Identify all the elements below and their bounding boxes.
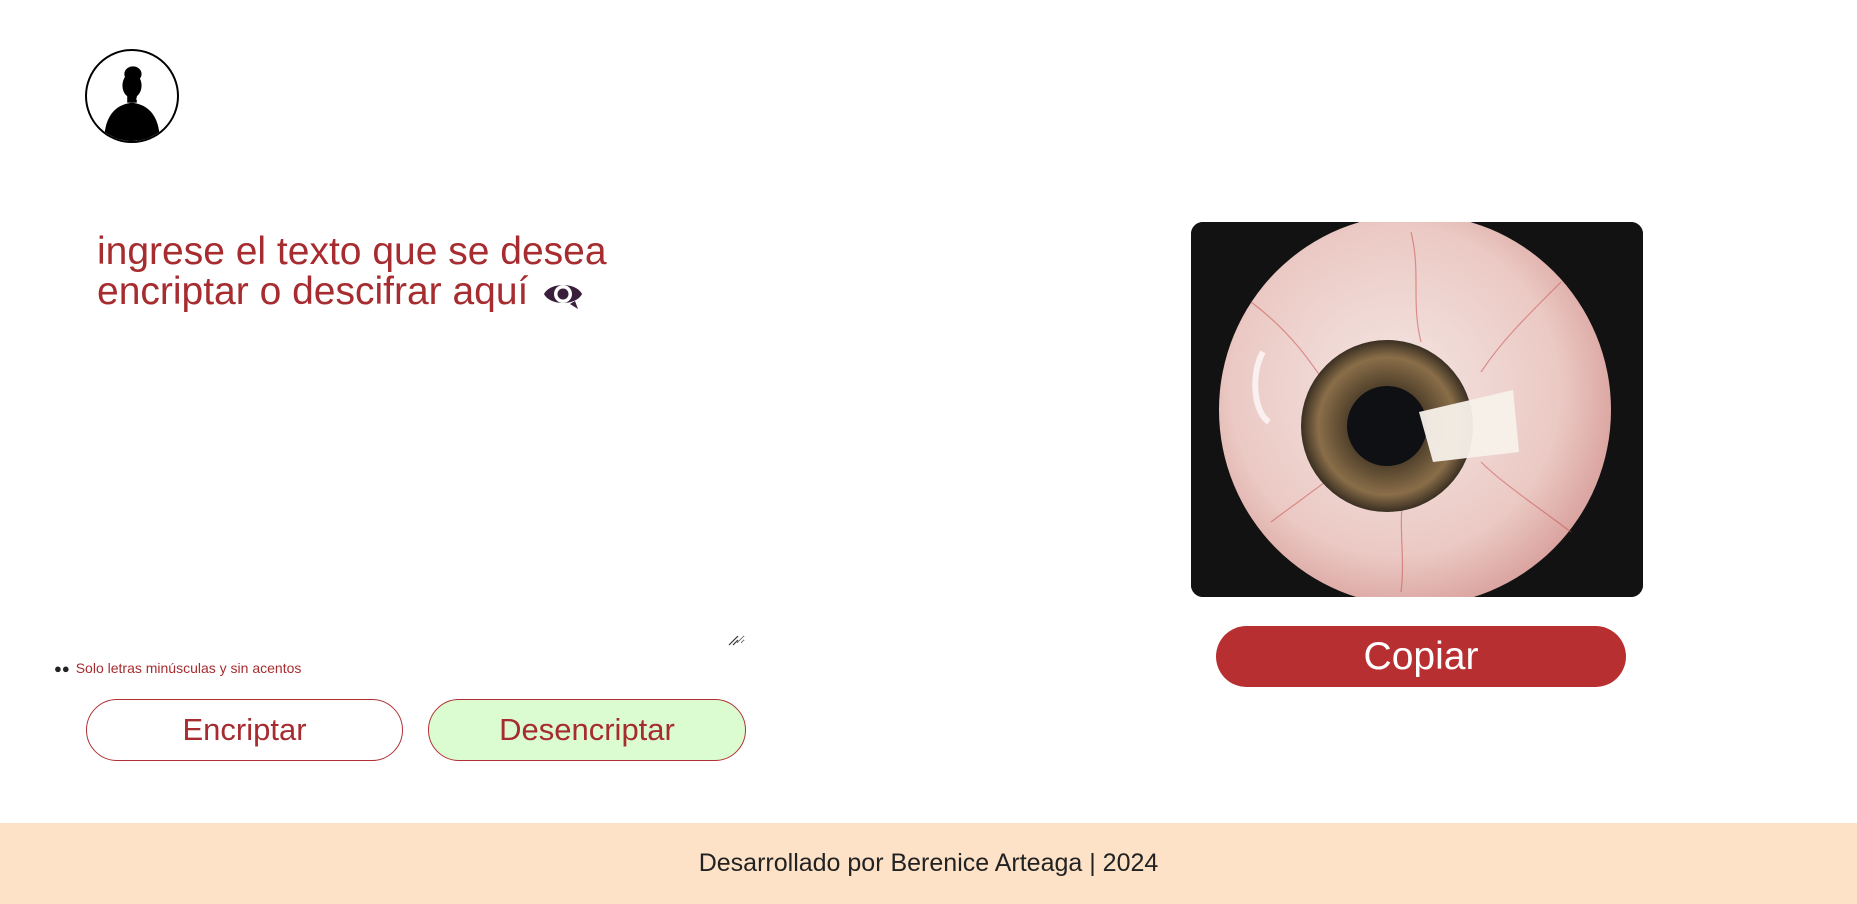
encrypt-button[interactable]: Encriptar <box>86 699 403 761</box>
message-input[interactable] <box>97 320 745 644</box>
decrypt-button[interactable]: Desencriptar <box>428 699 746 761</box>
footer-text: Desarrollado por Berenice Arteaga | 2024 <box>698 849 1159 877</box>
eyes-emoji-icon: ●● <box>54 660 70 676</box>
footer: Desarrollado por Berenice Arteaga | 2024 <box>0 823 1857 904</box>
prompt-text: ingrese el texto que se desea encriptar … <box>97 230 607 313</box>
woman-silhouette-icon <box>85 49 179 143</box>
eye-icon <box>542 277 584 311</box>
copy-button[interactable]: Copiar <box>1216 626 1626 687</box>
eyeball-image <box>1191 222 1643 597</box>
input-hint: ●● Solo letras minúsculas y sin acentos <box>54 660 301 676</box>
resize-handle-icon[interactable] <box>727 634 739 646</box>
page: ingrese el texto que se desea encriptar … <box>0 0 1857 904</box>
hint-text: Solo letras minúsculas y sin acentos <box>75 660 302 676</box>
prompt-heading: ingrese el texto que se desea encriptar … <box>97 232 657 312</box>
